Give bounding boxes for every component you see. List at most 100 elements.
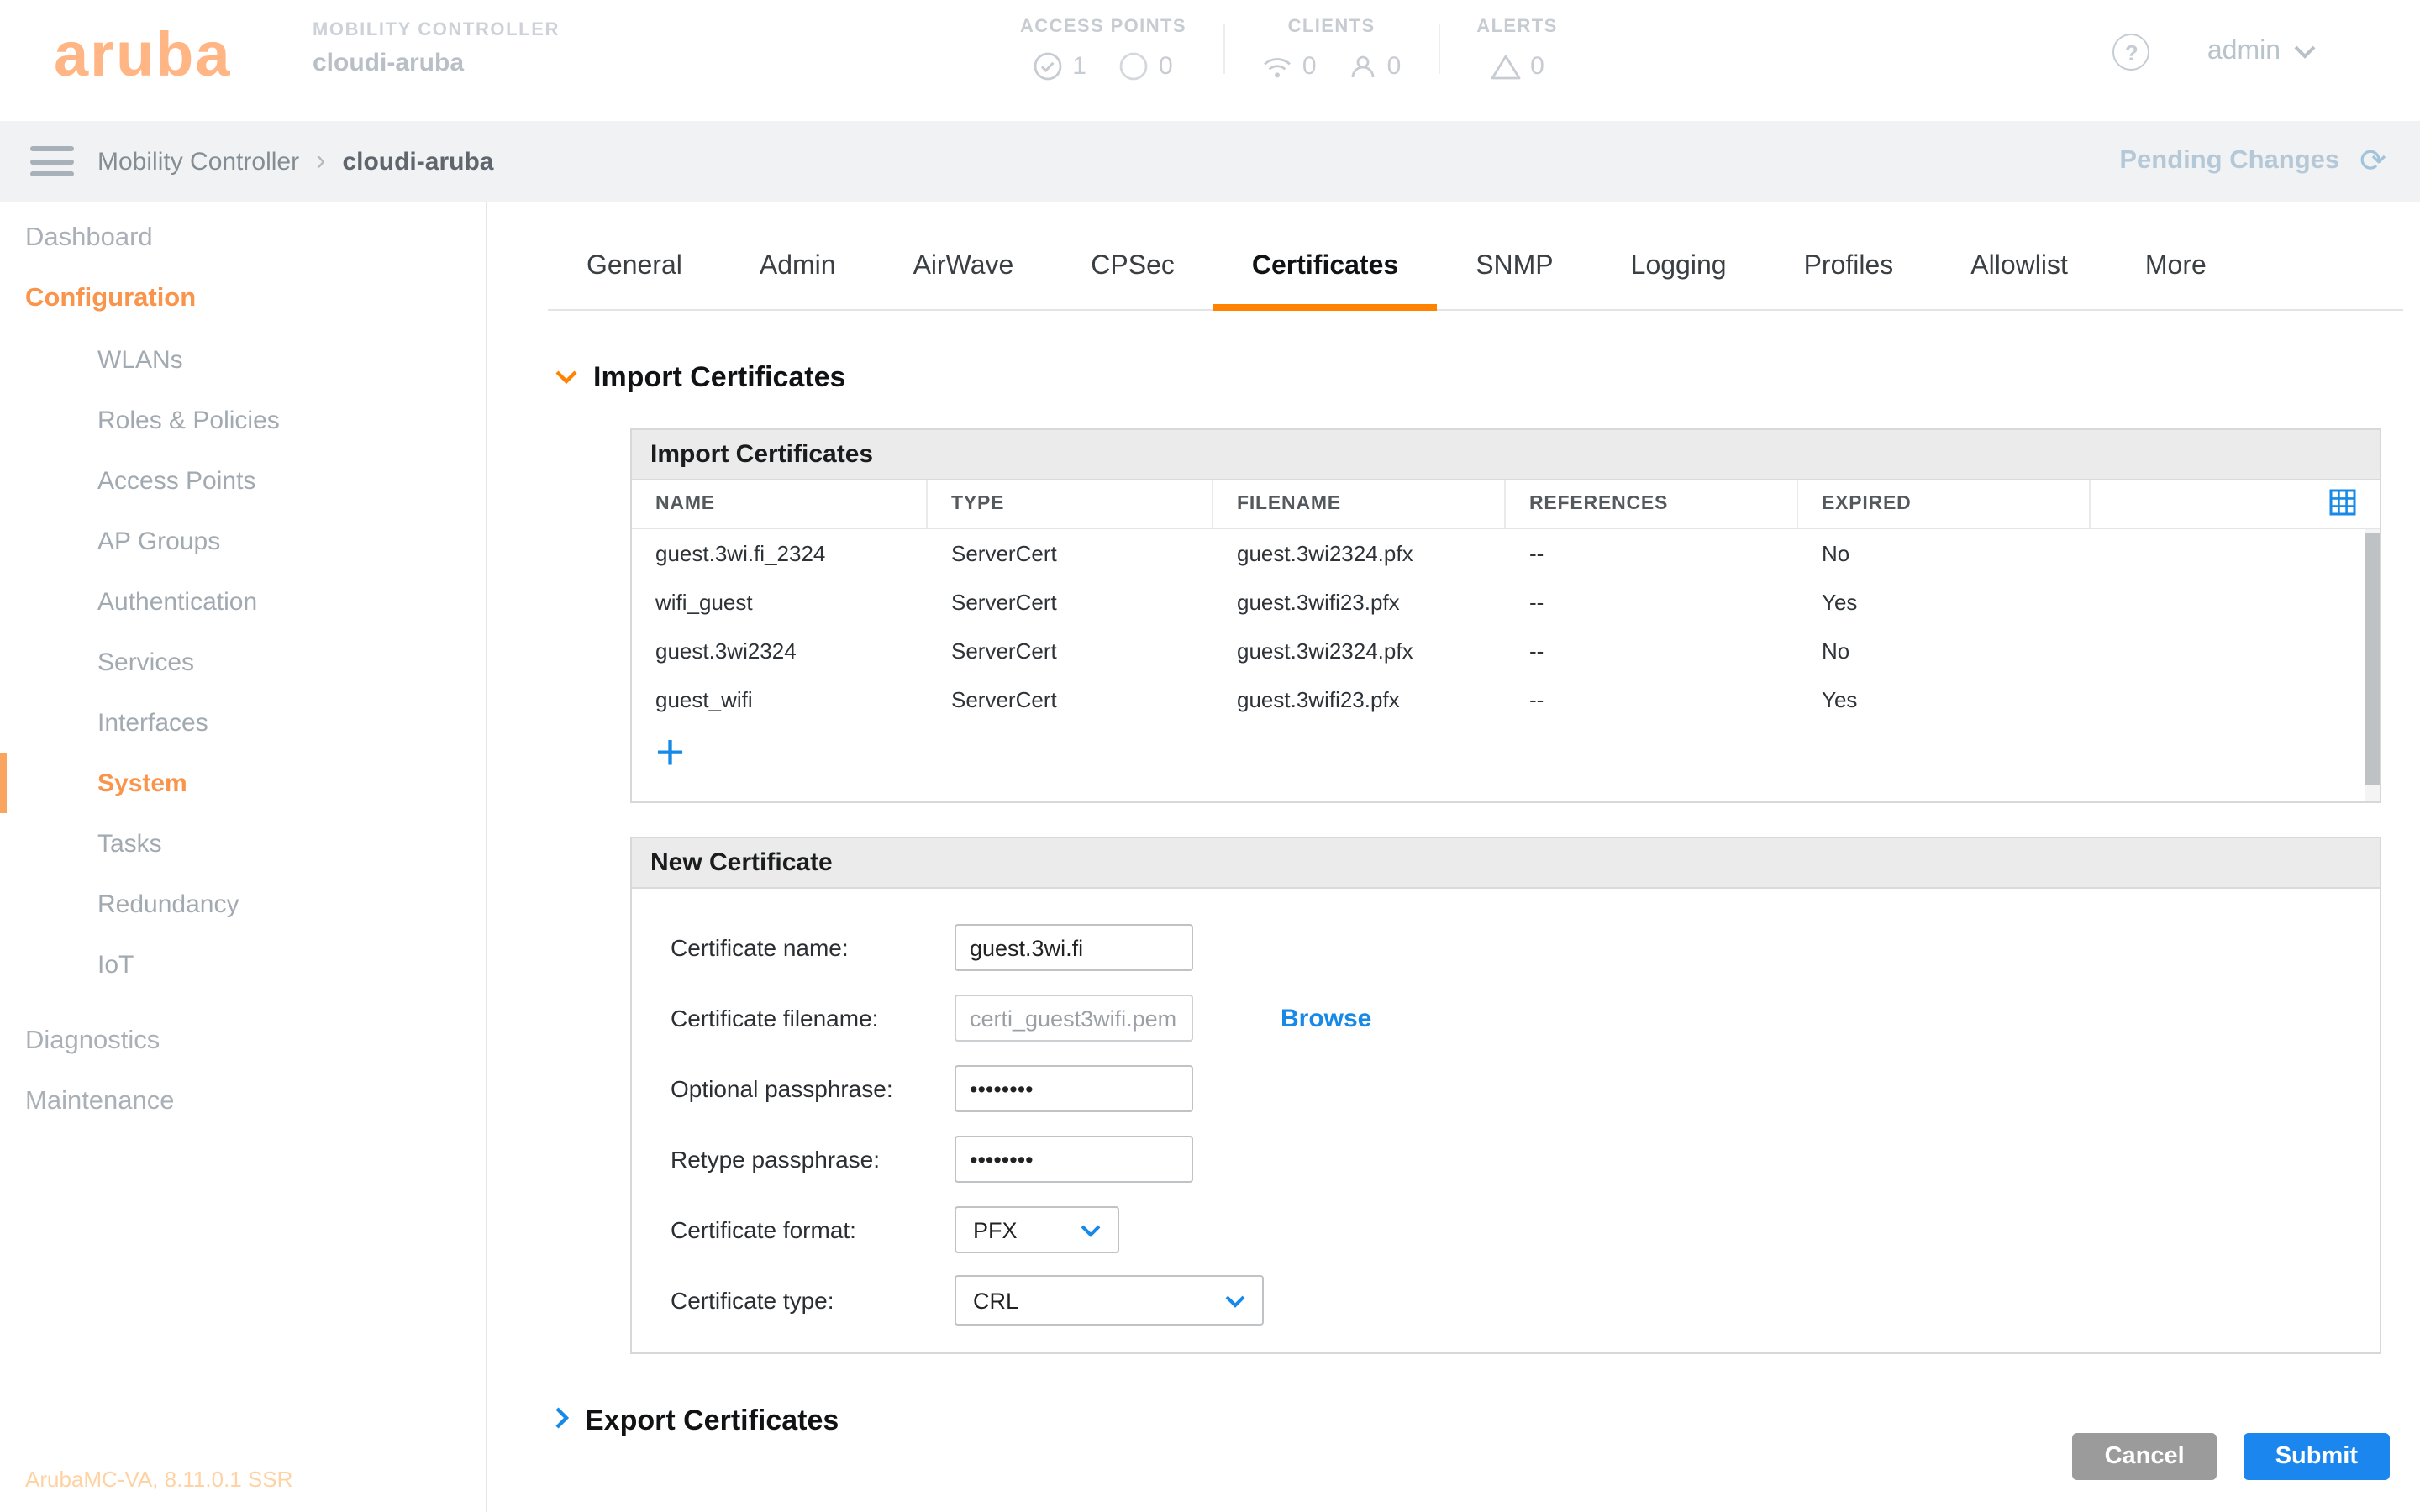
menu-icon[interactable]: [30, 146, 74, 176]
sidebar-item-access-points[interactable]: Access Points: [0, 450, 486, 511]
cell-references: --: [1506, 687, 1798, 712]
certificate-filename-label: Certificate filename:: [671, 1005, 955, 1032]
alerts-count: 0: [1490, 52, 1544, 81]
certificate-format-label: Certificate format:: [671, 1216, 955, 1243]
submit-button[interactable]: Submit: [2244, 1433, 2390, 1480]
tab-admin[interactable]: Admin: [721, 232, 875, 311]
table-row[interactable]: wifi_guest ServerCert guest.3wifi23.pfx …: [632, 578, 2380, 627]
top-header: aruba MOBILITY CONTROLLER cloudi-aruba A…: [0, 0, 2420, 121]
pending-changes-link[interactable]: Pending Changes: [2119, 146, 2339, 176]
optional-passphrase-input[interactable]: [955, 1065, 1193, 1112]
chevron-down-icon: [555, 363, 578, 393]
chevron-down-icon: [1225, 1288, 1245, 1313]
import-certificates-section-toggle[interactable]: Import Certificates: [555, 361, 2420, 395]
scrollbar-thumb[interactable]: [2365, 533, 2380, 785]
sidebar-item-iot[interactable]: IoT: [0, 934, 486, 995]
user-icon: [1350, 53, 1377, 80]
device-type-label: MOBILITY CONTROLLER: [313, 20, 560, 40]
selected-value: PFX: [973, 1217, 1018, 1242]
certificate-type-select[interactable]: CRL: [955, 1275, 1264, 1326]
tab-general[interactable]: General: [548, 232, 721, 311]
device-block: MOBILITY CONTROLLER cloudi-aruba: [313, 20, 560, 77]
certificate-name-input[interactable]: [955, 924, 1193, 971]
tab-airwave[interactable]: AirWave: [875, 232, 1053, 311]
table-body: guest.3wi.fi_2324 ServerCert guest.3wi23…: [632, 529, 2380, 801]
device-name: cloudi-aruba: [313, 49, 560, 77]
grid-columns-icon[interactable]: [2329, 488, 2356, 520]
optional-passphrase-label: Optional passphrase:: [671, 1075, 955, 1102]
main-content: General Admin AirWave CPSec Certificates…: [487, 202, 2420, 1512]
tab-cpsec[interactable]: CPSec: [1052, 232, 1213, 311]
tab-logging[interactable]: Logging: [1592, 232, 1765, 311]
cell-filename: guest.3wifi23.pfx: [1213, 687, 1506, 712]
cell-references: --: [1506, 638, 1798, 664]
certificate-format-select[interactable]: PFX: [955, 1206, 1119, 1253]
help-icon[interactable]: ?: [2113, 34, 2150, 71]
sidebar-item-roles-policies[interactable]: Roles & Policies: [0, 390, 486, 450]
sidebar-item-ap-groups[interactable]: AP Groups: [0, 511, 486, 571]
cancel-button[interactable]: Cancel: [2073, 1433, 2217, 1480]
table-row[interactable]: guest_wifi ServerCert guest.3wifi23.pfx …: [632, 675, 2380, 724]
sidebar-item-configuration[interactable]: Configuration: [0, 269, 486, 329]
breadcrumb-root[interactable]: Mobility Controller: [97, 147, 299, 176]
clients-label: CLIENTS: [1262, 17, 1401, 37]
sidebar-item-diagnostics[interactable]: Diagnostics: [0, 1011, 486, 1072]
app-window: aruba MOBILITY CONTROLLER cloudi-aruba A…: [0, 0, 2420, 1512]
sidebar-item-maintenance[interactable]: Maintenance: [0, 1072, 486, 1132]
column-header-type[interactable]: TYPE: [928, 480, 1213, 528]
tab-allowlist[interactable]: Allowlist: [1932, 232, 2107, 311]
tab-more[interactable]: More: [2107, 232, 2245, 311]
browse-link[interactable]: Browse: [1281, 1004, 1371, 1032]
new-certificate-panel: New Certificate Certificate name: Certif…: [630, 837, 2381, 1354]
tab-bar: General Admin AirWave CPSec Certificates…: [548, 232, 2403, 311]
column-header-actions: [2091, 480, 2380, 528]
panel-title: New Certificate: [632, 838, 2380, 889]
sidebar-item-redundancy[interactable]: Redundancy: [0, 874, 486, 934]
sidebar: Dashboard Configuration WLANs Roles & Po…: [0, 202, 487, 1512]
sidebar-item-wlans[interactable]: WLANs: [0, 329, 486, 390]
cell-name: wifi_guest: [632, 590, 928, 615]
circle-icon: [1120, 52, 1149, 81]
sidebar-item-system[interactable]: System: [0, 753, 486, 813]
stat-access-points: ACCESS POINTS 1 0: [983, 17, 1223, 81]
cell-references: --: [1506, 590, 1798, 615]
sidebar-item-tasks[interactable]: Tasks: [0, 813, 486, 874]
cell-filename: guest.3wi2324.pfx: [1213, 541, 1506, 566]
user-menu[interactable]: admin: [2207, 37, 2316, 67]
refresh-icon[interactable]: ⟳: [2360, 142, 2386, 181]
cell-name: guest.3wi.fi_2324: [632, 541, 928, 566]
table-scrollbar[interactable]: [2365, 529, 2380, 801]
sidebar-item-services[interactable]: Services: [0, 632, 486, 692]
retype-passphrase-input[interactable]: [955, 1136, 1193, 1183]
wifi-icon: [1262, 55, 1292, 78]
table-row[interactable]: guest.3wi.fi_2324 ServerCert guest.3wi23…: [632, 529, 2380, 578]
table-row[interactable]: guest.3wi2324 ServerCert guest.3wi2324.p…: [632, 627, 2380, 675]
cell-expired: No: [1798, 541, 2091, 566]
column-header-expired[interactable]: EXPIRED: [1798, 480, 2091, 528]
sidebar-item-dashboard[interactable]: Dashboard: [0, 208, 486, 269]
add-certificate-button[interactable]: +: [655, 734, 685, 774]
cell-expired: Yes: [1798, 687, 2091, 712]
tab-certificates[interactable]: Certificates: [1213, 232, 1437, 311]
cell-filename: guest.3wi2324.pfx: [1213, 638, 1506, 664]
cell-expired: Yes: [1798, 590, 2091, 615]
selected-value: CRL: [973, 1288, 1018, 1313]
cell-references: --: [1506, 541, 1798, 566]
chevron-right-icon: [555, 1405, 570, 1437]
certificate-type-label: Certificate type:: [671, 1287, 955, 1314]
column-header-references[interactable]: REFERENCES: [1506, 480, 1798, 528]
retype-passphrase-label: Retype passphrase:: [671, 1146, 955, 1173]
column-header-filename[interactable]: FILENAME: [1213, 480, 1506, 528]
column-header-name[interactable]: NAME: [632, 480, 928, 528]
certificate-name-label: Certificate name:: [671, 934, 955, 961]
tab-snmp[interactable]: SNMP: [1437, 232, 1591, 311]
cell-type: ServerCert: [928, 638, 1213, 664]
tab-profiles[interactable]: Profiles: [1765, 232, 1933, 311]
cell-expired: No: [1798, 638, 2091, 664]
sidebar-item-interfaces[interactable]: Interfaces: [0, 692, 486, 753]
sidebar-item-authentication[interactable]: Authentication: [0, 571, 486, 632]
cell-type: ServerCert: [928, 590, 1213, 615]
form-actions: Cancel Submit: [2073, 1433, 2390, 1480]
chevron-down-icon: [1081, 1217, 1101, 1242]
breadcrumb-bar: Mobility Controller › cloudi-aruba Pendi…: [0, 121, 2420, 202]
